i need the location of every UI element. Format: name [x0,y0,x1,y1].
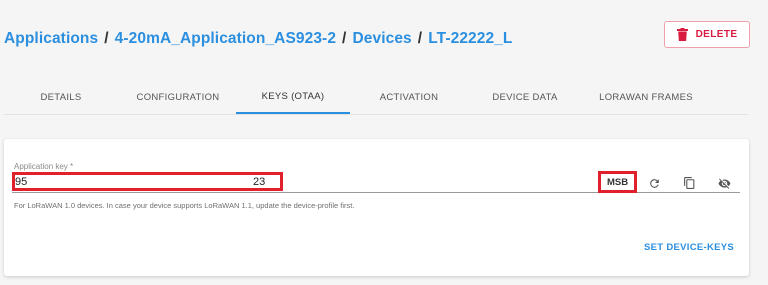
breadcrumb-application-link[interactable]: 4-20mA_Application_AS923-2 [115,30,336,47]
breadcrumb-device-link[interactable]: LT-22222_L [428,30,512,47]
msb-label: MSB [606,176,629,188]
toggle-visibility-button[interactable] [714,173,734,193]
msb-toggle-button[interactable]: MSB [598,171,637,193]
tab-lorawan-frames[interactable]: LORAWAN FRAMES [586,80,706,114]
refresh-icon [649,178,659,188]
delete-button-label: DELETE [695,29,738,40]
tab-keys-otaa[interactable]: KEYS (OTAA) [236,80,350,114]
application-key-value-start: 95 [15,176,28,188]
application-key-field: 95 23 MSB [12,171,740,193]
breadcrumb-separator: / [104,30,109,47]
set-device-keys-button[interactable]: SET DEVICE-KEYS [644,242,734,253]
application-key-value-end: 23 [253,176,266,188]
breadcrumb-separator: / [342,30,347,47]
tab-activation[interactable]: ACTIVATION [366,80,452,114]
trash-icon [676,28,688,41]
tab-configuration[interactable]: CONFIGURATION [122,80,234,114]
copy-icon [683,177,694,189]
device-tabs: DETAILS CONFIGURATION KEYS (OTAA) ACTIVA… [4,80,748,115]
helper-text: For LoRaWAN 1.0 devices. In case your de… [14,201,355,210]
application-key-label: Application key * [14,162,74,171]
delete-button[interactable]: DELETE [664,21,750,48]
tab-details[interactable]: DETAILS [26,80,96,114]
generate-key-button[interactable] [644,173,664,193]
device-keys-page: Applications / 4-20mA_Application_AS923-2 /… [0,0,768,285]
application-key-input[interactable]: 95 23 [12,174,578,191]
breadcrumb: Applications / 4-20mA_Application_AS923-2 /… [4,30,513,48]
breadcrumb-devices-link[interactable]: Devices [352,30,411,47]
tab-device-data[interactable]: DEVICE DATA [480,80,570,114]
eye-off-icon [718,178,730,189]
breadcrumb-separator: / [417,30,423,47]
copy-key-button[interactable] [679,173,699,193]
breadcrumb-applications-link[interactable]: Applications [4,30,98,47]
keys-card: Application key * 95 23 MSB For LoRaWAN … [4,139,749,276]
